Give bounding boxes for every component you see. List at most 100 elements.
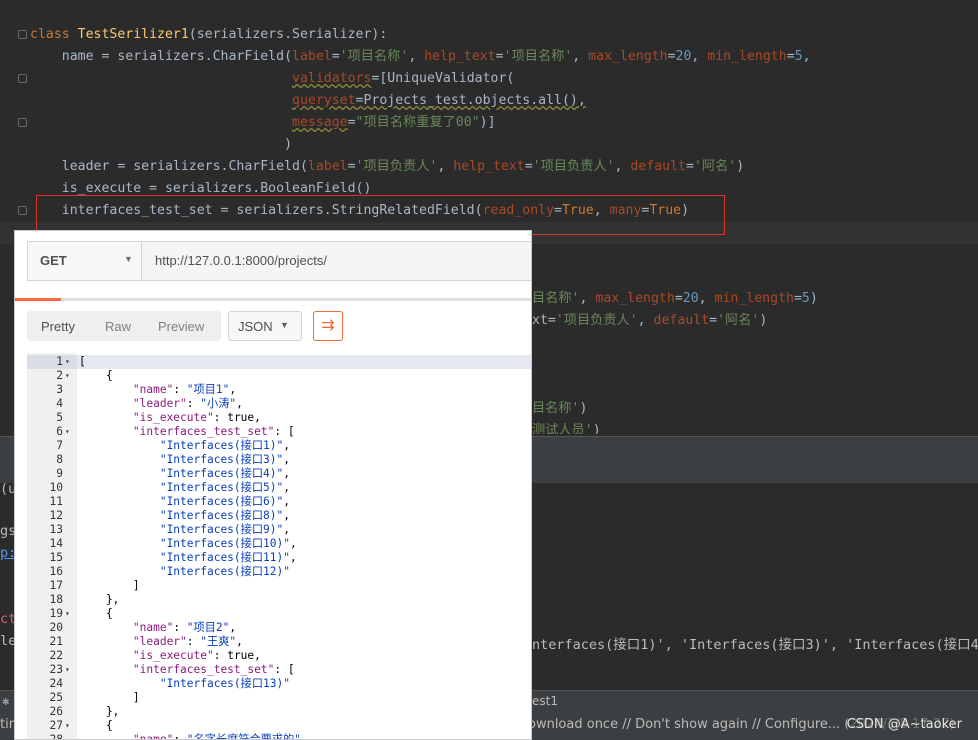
line-number: 16	[49, 565, 63, 578]
code-line-class: class TestSerilizer1(serializers.Seriali…	[30, 27, 388, 42]
code-line-queryset: queryset=Projects_test.objects.all(),	[292, 93, 586, 108]
line-number: 8	[56, 453, 63, 466]
fold-toggle-icon[interactable]: ▾	[65, 607, 70, 621]
chevron-down-icon: ▼	[280, 320, 289, 330]
code-line-message: message="项目名称重复了00")]	[292, 115, 496, 130]
code-text: [	[79, 355, 86, 368]
code-line: 19 ▾ {	[27, 607, 531, 621]
line-number: 9	[56, 467, 63, 480]
method-select[interactable]: GET ▼	[28, 242, 142, 280]
line-number: 14	[49, 537, 63, 550]
code-text: "Interfaces(接口11)",	[159, 551, 297, 564]
code-text: "Interfaces(接口12)"	[159, 565, 290, 578]
code-text: "name": "项目2",	[132, 621, 237, 634]
code-line: 23 ▾ "interfaces_test_set": [	[27, 663, 531, 677]
code-text: ]	[79, 691, 140, 704]
line-number: 28	[49, 733, 63, 740]
code-text: "interfaces_test_set": [	[132, 663, 295, 676]
code-line: 10 "Interfaces(接口5)",	[27, 481, 531, 495]
code-text: "Interfaces(接口8)",	[159, 509, 290, 522]
line-number: 13	[49, 523, 63, 536]
fold-marker[interactable]	[18, 206, 27, 215]
code-text: "name": "名字长度符合要求的",	[132, 733, 308, 740]
code-line: 9 "Interfaces(接口4)",	[27, 467, 531, 481]
code-text: "is_execute": true,	[132, 411, 261, 424]
line-number: 1	[56, 355, 63, 368]
line-number: 19	[49, 607, 63, 620]
code-line: 13 "Interfaces(接口9)",	[27, 523, 531, 537]
code-line: 14 "Interfaces(接口10)",	[27, 537, 531, 551]
code-text: "Interfaces(接口10)",	[159, 537, 297, 550]
tab-raw[interactable]: Raw	[105, 319, 131, 334]
line-number: 7	[56, 439, 63, 452]
format-select[interactable]: JSON ▼	[228, 311, 302, 341]
line-number: 15	[49, 551, 63, 564]
code-text: "leader": "王爽",	[132, 635, 243, 648]
code-text: "Interfaces(接口5)",	[159, 481, 290, 494]
line-number: 17	[49, 579, 63, 592]
url-input[interactable]: http://127.0.0.1:8000/projects/	[155, 253, 327, 268]
run-output-text: nterfaces(接口1)', 'Interfaces(接口3)', 'Int…	[532, 637, 978, 653]
fold-marker[interactable]	[18, 74, 27, 83]
line-number: 6	[56, 425, 63, 438]
code-line: 7 "Interfaces(接口1)",	[27, 439, 531, 453]
code-line: 20 "name": "项目2",	[27, 621, 531, 635]
code-text: "is_execute": true,	[132, 649, 261, 662]
code-text: },	[79, 705, 120, 718]
tab-pretty[interactable]: Pretty	[41, 319, 75, 334]
wrap-lines-icon[interactable]: ⇉	[313, 311, 343, 341]
line-number: 12	[49, 509, 63, 522]
code-line: 1 ▾ [	[27, 355, 531, 369]
bug-icon[interactable]: ✱	[2, 694, 9, 708]
fold-toggle-icon[interactable]: ▾	[65, 425, 70, 439]
line-number: 21	[49, 635, 63, 648]
fold-toggle-icon[interactable]: ▾	[65, 719, 70, 733]
code-line: 27 ▾ {	[27, 719, 531, 733]
code-line-name: name = serializers.CharField(label='项目名称…	[30, 49, 811, 64]
line-number: 22	[49, 649, 63, 662]
code-text: {	[79, 607, 113, 620]
fold-toggle-icon[interactable]: ▾	[65, 369, 70, 383]
tab-label[interactable]: est1	[532, 694, 558, 708]
code-line: 16 "Interfaces(接口12)"	[27, 565, 531, 579]
tab-divider	[15, 298, 531, 301]
chevron-down-icon: ▼	[124, 254, 133, 264]
fold-toggle-icon[interactable]: ▾	[65, 355, 70, 369]
format-label: JSON	[238, 319, 273, 334]
line-number: 2	[56, 369, 63, 382]
code-line: 15 "Interfaces(接口11)",	[27, 551, 531, 565]
watermark: CSDN @A~taoker	[846, 717, 962, 732]
tab-preview[interactable]: Preview	[158, 319, 204, 334]
code-line: 11 "Interfaces(接口6)",	[27, 495, 531, 509]
request-bar: GET ▼ http://127.0.0.1:8000/projects/	[27, 241, 531, 281]
code-line: 26 },	[27, 705, 531, 719]
code-text: "Interfaces(接口3)",	[159, 453, 290, 466]
code-line: 2 ▾ {	[27, 369, 531, 383]
fold-marker[interactable]	[18, 30, 27, 39]
line-number: 25	[49, 691, 63, 704]
code-line: 12 "Interfaces(接口8)",	[27, 509, 531, 523]
code-line: 6 ▾ "interfaces_test_set": [	[27, 425, 531, 439]
code-text: ]	[79, 579, 140, 592]
code-right-fragment: xt='项目负责人', default='阿名')	[532, 313, 768, 328]
line-number: 27	[49, 719, 63, 732]
fold-toggle-icon[interactable]: ▾	[65, 663, 70, 677]
code-text: {	[79, 719, 113, 732]
code-line: 3 "name": "项目1",	[27, 383, 531, 397]
active-tab-indicator	[15, 298, 61, 301]
code-line-paren: )	[30, 137, 293, 152]
code-line: 24 "Interfaces(接口13)"	[27, 677, 531, 691]
line-number: 18	[49, 593, 63, 606]
fold-marker[interactable]	[18, 118, 27, 127]
code-line: 22 "is_execute": true,	[27, 649, 531, 663]
line-number: 20	[49, 621, 63, 634]
code-line: 25 ]	[27, 691, 531, 705]
code-right-fragment: 目名称', max_length=20, min_length=5)	[532, 291, 818, 306]
response-body[interactable]: 1 ▾[2 ▾ {3 "name": "项目1", 4 "leader": "小涛",…	[27, 353, 531, 740]
code-text: "leader": "小涛",	[132, 397, 243, 410]
code-line-validators: validators=[UniqueValidator(	[292, 71, 515, 86]
line-number: 4	[56, 397, 63, 410]
highlight-box	[36, 195, 725, 235]
code-text: "Interfaces(接口13)"	[159, 677, 290, 690]
code-line: 17 ]	[27, 579, 531, 593]
